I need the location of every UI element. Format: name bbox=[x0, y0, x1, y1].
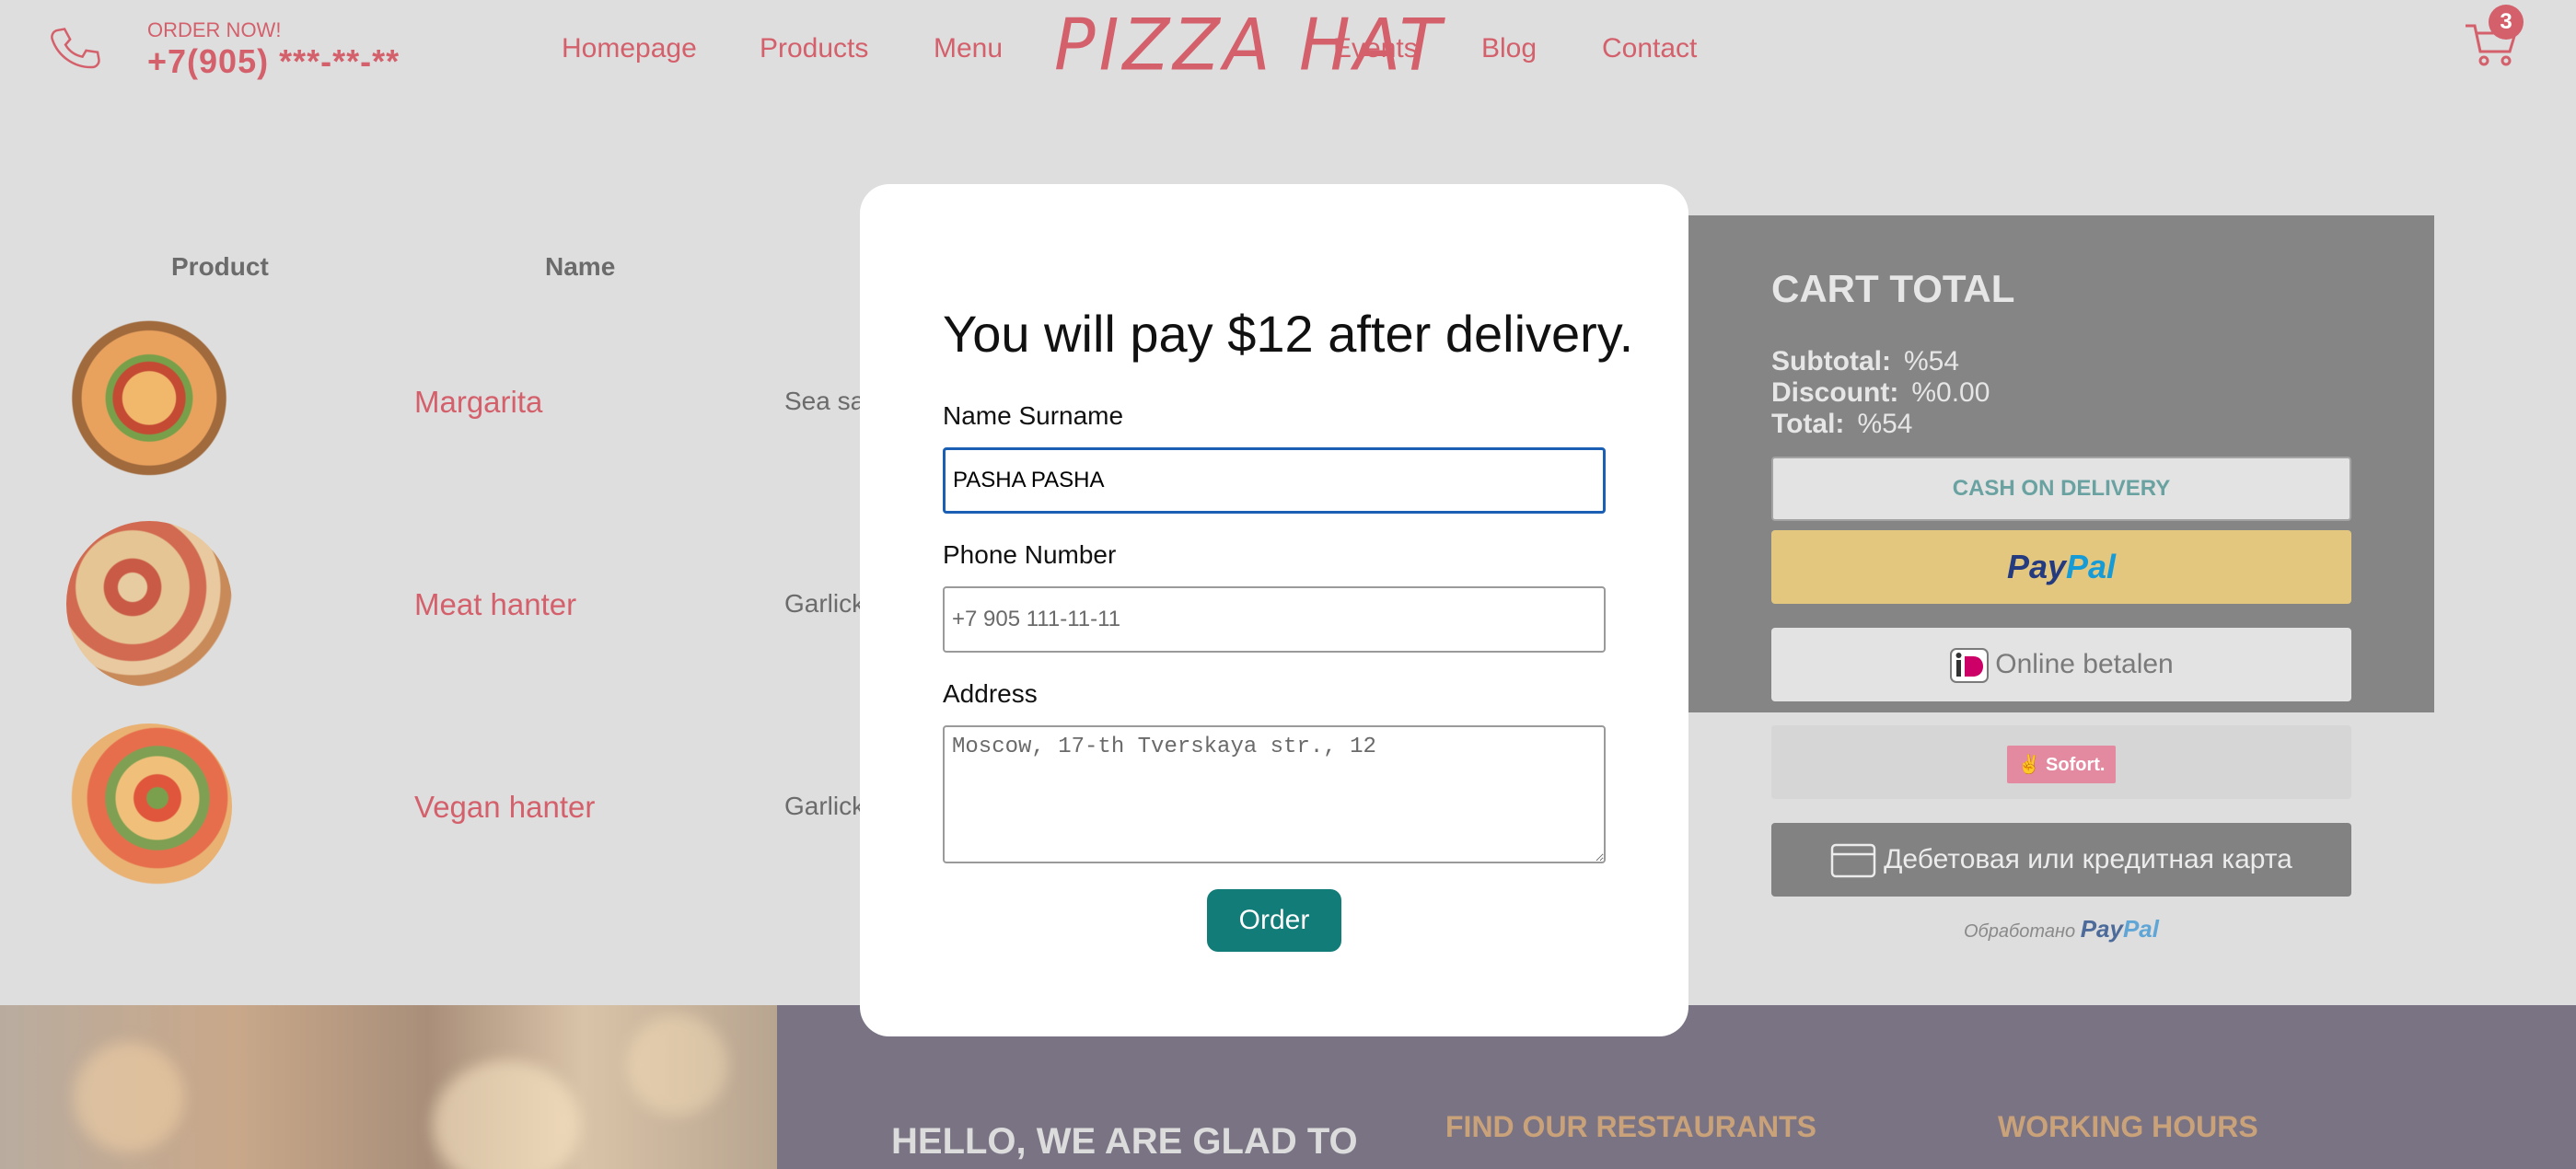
subtotal-value: %54 bbox=[1903, 346, 1960, 376]
pizza-meat-hanter-image bbox=[66, 521, 232, 687]
nav-homepage[interactable]: Homepage bbox=[562, 33, 697, 64]
sofort-label: Sofort. bbox=[2046, 755, 2106, 775]
sofort-hand-icon: ✌ bbox=[2017, 755, 2041, 775]
discount-value: %0.00 bbox=[1911, 377, 1990, 408]
phone-number[interactable]: +7(905) ***-**-** bbox=[147, 42, 400, 81]
total-value: %54 bbox=[1857, 409, 1913, 439]
cart-total-title: CART TOTAL bbox=[1771, 267, 2015, 310]
address-textarea[interactable] bbox=[943, 725, 1606, 863]
column-header-product: Product bbox=[171, 252, 269, 281]
processed-label: Обработано bbox=[1964, 921, 2076, 942]
product-description: Sea sa bbox=[784, 387, 865, 415]
phone-number-input[interactable] bbox=[943, 586, 1606, 653]
paypal-logo-pay: Pay bbox=[2006, 548, 2066, 585]
phone-number-label: Phone Number bbox=[943, 540, 1117, 569]
product-name[interactable]: Meat hanter bbox=[414, 587, 576, 622]
subtotal-row: Subtotal: %54 bbox=[1771, 346, 1959, 377]
subtotal-label: Subtotal: bbox=[1771, 346, 1891, 376]
ideal-icon bbox=[1950, 648, 1990, 684]
nav-menu[interactable]: Menu bbox=[934, 33, 1003, 64]
footer-background-image bbox=[0, 1005, 777, 1169]
discount-row: Discount: %0.00 bbox=[1771, 377, 1990, 409]
cart-count-badge: 3 bbox=[2489, 5, 2524, 40]
processed-paypal-pal: Pal bbox=[2122, 915, 2159, 943]
nav-products[interactable]: Products bbox=[760, 33, 868, 64]
product-name[interactable]: Vegan hanter bbox=[414, 790, 595, 825]
sofort-badge: ✌ Sofort. bbox=[2006, 746, 2117, 783]
site-logo[interactable]: PIZZA HAT bbox=[1054, 4, 1445, 87]
footer-hello-heading: HELLO, WE ARE GLAD TO bbox=[891, 1121, 1358, 1162]
order-now-label: ORDER NOW! bbox=[147, 18, 282, 41]
paypal-button[interactable]: PayPal bbox=[1771, 530, 2351, 604]
paypal-logo-pal: Pal bbox=[2066, 548, 2117, 585]
nav-contact[interactable]: Contact bbox=[1602, 33, 1697, 64]
sofort-button[interactable]: ✌ Sofort. bbox=[1771, 725, 2351, 799]
ideal-button[interactable]: Online betalen bbox=[1771, 628, 2351, 701]
processed-by-paypal: Обработано PayPal bbox=[1771, 915, 2351, 943]
total-row: Total: %54 bbox=[1771, 409, 1912, 440]
column-header-name: Name bbox=[545, 252, 616, 281]
processed-paypal-pay: Pay bbox=[2080, 915, 2123, 943]
name-surname-label: Name Surname bbox=[943, 401, 1124, 430]
ideal-label: Online betalen bbox=[1995, 649, 2174, 679]
card-label: Дебетовая или кредитная карта bbox=[1884, 844, 2292, 874]
nav-blog[interactable]: Blog bbox=[1481, 33, 1537, 64]
cash-on-delivery-button[interactable]: CASH ON DELIVERY bbox=[1771, 457, 2351, 521]
name-surname-input[interactable] bbox=[943, 447, 1606, 514]
debit-credit-card-button[interactable]: Дебетовая или кредитная карта bbox=[1771, 823, 2351, 897]
pizza-margarita-image bbox=[66, 318, 232, 484]
product-description: Garlick bbox=[784, 589, 865, 618]
pizza-vegan-hanter-image bbox=[66, 723, 232, 889]
phone-icon bbox=[51, 28, 100, 69]
product-name[interactable]: Margarita bbox=[414, 385, 542, 420]
footer-find-restaurants-heading: FIND OUR RESTAURANTS bbox=[1445, 1110, 1816, 1143]
discount-label: Discount: bbox=[1771, 377, 1899, 408]
modal-title: You will pay $12 after delivery. bbox=[943, 305, 1634, 363]
credit-card-icon bbox=[1830, 843, 1876, 878]
order-button[interactable]: Order bbox=[1207, 889, 1341, 952]
product-description: Garlick bbox=[784, 792, 865, 820]
address-label: Address bbox=[943, 679, 1038, 708]
footer-working-hours-heading: WORKING HOURS bbox=[1998, 1110, 2258, 1143]
total-label: Total: bbox=[1771, 409, 1845, 439]
